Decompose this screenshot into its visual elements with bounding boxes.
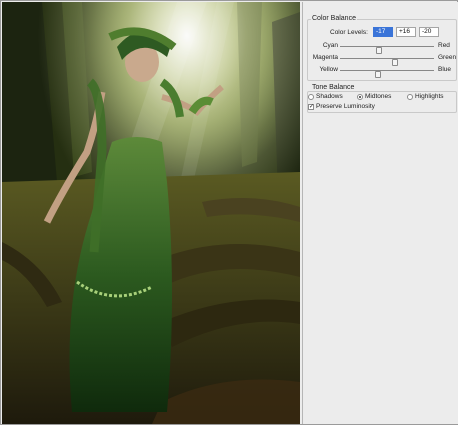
slider-label-magenta: Magenta <box>312 54 338 61</box>
cyan-red-slider-track[interactable] <box>340 46 434 54</box>
yellow-blue-slider-track[interactable] <box>340 70 434 78</box>
slider-label-green: Green <box>438 54 457 61</box>
cyan-red-slider-row: Cyan Red <box>303 41 458 54</box>
tone-midtones-radio[interactable]: Midtones <box>357 93 391 100</box>
magenta-green-slider-row: Magenta Green <box>303 53 458 66</box>
color-levels-label: Color Levels: <box>330 28 368 36</box>
preserve-luminosity-label: Preserve Luminosity <box>316 103 375 110</box>
magenta-green-slider-track[interactable] <box>340 58 434 66</box>
forest-woman-photo <box>2 2 300 424</box>
color-balance-panel: Color Balance Color Levels: -17 +16 -20 … <box>302 2 458 424</box>
level-yellow-blue-field[interactable]: -20 <box>418 27 439 37</box>
slider-label-blue: Blue <box>438 66 452 73</box>
slider-label-yellow: Yellow <box>319 66 338 73</box>
slider-label-red: Red <box>438 42 450 49</box>
level-magenta-green-field[interactable]: +16 <box>395 27 416 37</box>
slider-label-cyan: Cyan <box>322 42 338 49</box>
highlights-radio-button[interactable] <box>407 93 413 100</box>
photo-canvas[interactable] <box>2 2 300 424</box>
highlights-label: Highlights <box>415 93 444 100</box>
level-cyan-red-field[interactable]: -17 <box>372 27 393 37</box>
shadows-radio-button[interactable] <box>308 93 314 100</box>
midtones-radio-button[interactable] <box>357 93 363 100</box>
preserve-luminosity-checkbox[interactable]: ✓ Preserve Luminosity <box>308 103 375 110</box>
color-levels-row: Color Levels: -17 +16 -20 <box>330 27 439 37</box>
yellow-blue-slider-row: Yellow Blue <box>303 65 458 78</box>
window-frame: Color Balance Color Levels: -17 +16 -20 … <box>0 0 458 425</box>
tone-highlights-radio[interactable]: Highlights <box>407 93 444 100</box>
tone-shadows-radio[interactable]: Shadows <box>308 93 343 100</box>
shadows-label: Shadows <box>316 93 343 100</box>
midtones-label: Midtones <box>365 93 392 100</box>
tone-balance-title: Tone Balance <box>311 84 356 91</box>
yellow-blue-slider-thumb[interactable] <box>374 71 381 78</box>
preserve-luminosity-check-box[interactable]: ✓ <box>308 103 314 110</box>
color-balance-title: Color Balance <box>311 15 357 22</box>
